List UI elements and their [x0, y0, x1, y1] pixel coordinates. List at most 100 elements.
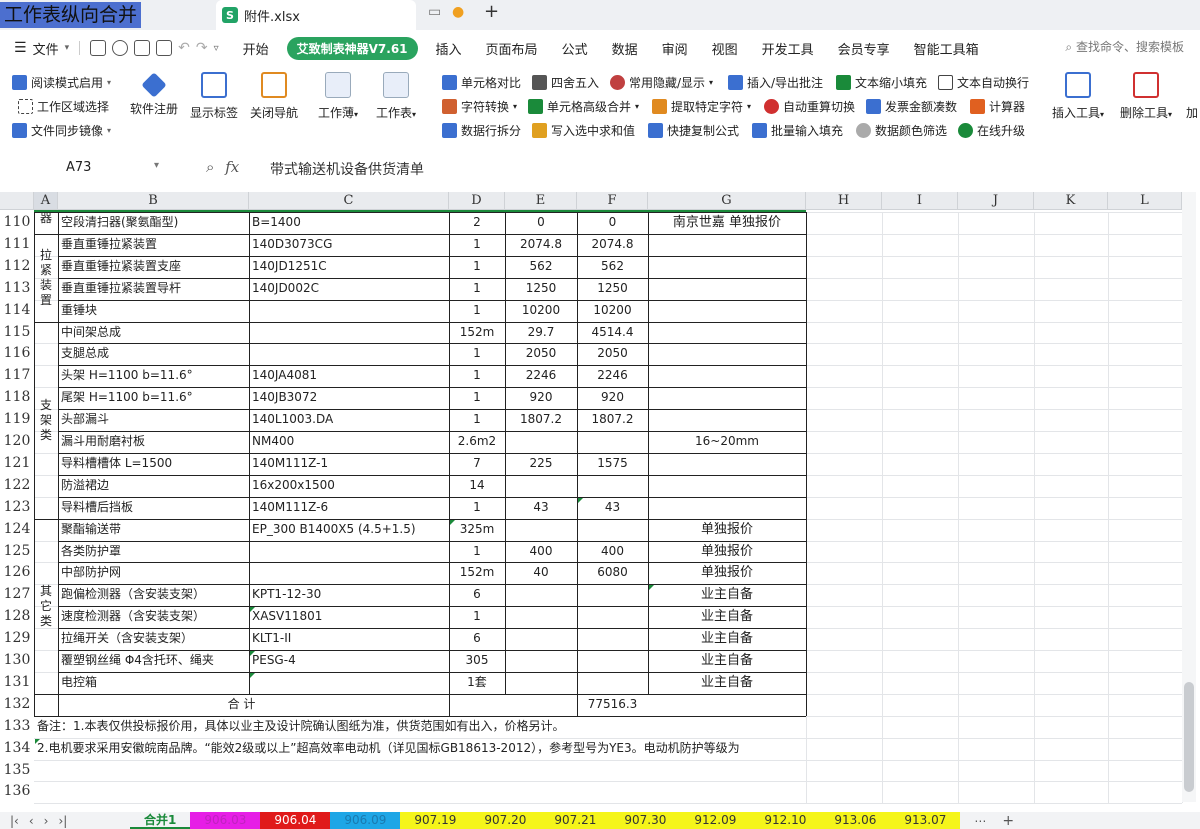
sheet-tab[interactable]: 906.04 — [260, 812, 331, 829]
first-sheet-icon[interactable]: |‹ — [10, 814, 19, 828]
cell-d[interactable]: 14 — [449, 475, 505, 497]
row-header[interactable]: 125 — [0, 540, 34, 563]
cell-f[interactable]: 1250 — [577, 278, 648, 300]
cell-c[interactable]: 140JA4081 — [249, 365, 449, 387]
cell-g[interactable] — [648, 453, 806, 475]
row-header[interactable]: 132 — [0, 693, 34, 716]
next-sheet-icon[interactable]: › — [44, 814, 49, 828]
customize-icon[interactable]: ▿ — [214, 43, 219, 54]
cell-d[interactable]: 152m — [449, 562, 505, 584]
cell-g[interactable]: 业主自备 — [648, 672, 806, 694]
note-cell[interactable]: 2.电机要求采用安徽皖南品牌。“能效2级或以上”超高效率电动机（详见国标GB18… — [34, 738, 1182, 760]
undo-icon[interactable]: ↶ — [178, 40, 190, 56]
cell-d[interactable]: 1 — [449, 541, 505, 563]
cell-g[interactable] — [648, 475, 806, 497]
cell-e[interactable]: 43 — [505, 497, 577, 519]
cell-c[interactable]: KPT1-12-30 — [249, 584, 449, 606]
row-header[interactable]: 129 — [0, 628, 34, 650]
text-wrap-button[interactable]: 文本自动换行 — [938, 74, 1029, 91]
row-header[interactable]: 111 — [0, 233, 34, 256]
auto-recalc-button[interactable]: 自动重算切换 — [764, 98, 855, 115]
column-header-l[interactable]: L — [1108, 192, 1182, 210]
cell-b[interactable]: 各类防护罩 — [58, 541, 249, 563]
prev-sheet-icon[interactable]: ‹ — [29, 814, 34, 828]
cell-g[interactable] — [648, 365, 806, 387]
sheet-tab[interactable]: 907.30 — [610, 812, 681, 829]
write-sum-button[interactable]: 写入选中求和值 — [532, 122, 635, 139]
menu-tab-review[interactable]: 审阅 — [650, 39, 700, 58]
cell-e[interactable] — [505, 628, 577, 650]
cell-b[interactable]: 聚酯输送带 — [58, 519, 249, 541]
cell-d[interactable]: 6 — [449, 628, 505, 650]
cell-f[interactable]: 10200 — [577, 300, 648, 322]
cell-e[interactable] — [505, 519, 577, 541]
shrink-fit-button[interactable]: 文本缩小填充 — [836, 74, 927, 91]
cell-b[interactable]: 支腿总成 — [58, 343, 249, 365]
cell-e[interactable] — [505, 584, 577, 606]
cell-g[interactable]: 单独报价 — [648, 541, 806, 563]
print-preview-icon[interactable] — [156, 40, 173, 56]
redo-icon[interactable]: ↷ — [196, 40, 208, 56]
column-header-j[interactable]: J — [958, 192, 1034, 210]
cell-g[interactable]: 南京世嘉 单独报价 — [648, 212, 806, 234]
cell-compare-button[interactable]: 单元格对比 — [442, 74, 521, 91]
workbook-button[interactable]: 工作薄▾ — [318, 72, 358, 121]
cell-g[interactable] — [648, 387, 806, 409]
cell-f[interactable]: 2246 — [577, 365, 648, 387]
column-header-d[interactable]: D — [449, 192, 505, 210]
cell-d[interactable]: 1 — [449, 343, 505, 365]
advanced-merge-button[interactable]: 单元格高级合并 ▾ — [528, 98, 639, 115]
cell-g[interactable]: 业主自备 — [648, 650, 806, 672]
cell-b[interactable]: 导料槽槽体 L=1500 — [58, 453, 249, 475]
save-icon[interactable] — [90, 40, 107, 56]
cell-c[interactable]: 140JD002C — [249, 278, 449, 300]
cell-c[interactable]: 140M111Z-6 — [249, 497, 449, 519]
color-filter-button[interactable]: 数据颜色筛选 — [856, 122, 947, 139]
monitor-icon[interactable]: ▭ — [428, 4, 441, 20]
cell-b[interactable]: 跑偏检测器（含安装支架） — [58, 584, 249, 606]
cell-f[interactable]: 562 — [577, 256, 648, 278]
cell-e[interactable]: 225 — [505, 453, 577, 475]
cell-b[interactable]: 速度检测器（含安装支架） — [58, 606, 249, 628]
register-button[interactable]: 软件注册 — [130, 72, 178, 117]
row-header[interactable]: 130 — [0, 650, 34, 672]
cell-e[interactable]: 400 — [505, 541, 577, 563]
row-header[interactable]: 112 — [0, 255, 34, 278]
cell-d[interactable]: 1 — [449, 300, 505, 322]
cell-b[interactable]: 覆塑钢丝绳 Φ4含托环、绳夹 — [58, 650, 249, 672]
cell-c[interactable]: 140JD1251C — [249, 256, 449, 278]
cell-d[interactable]: 152m — [449, 322, 505, 344]
cell-b[interactable]: 中部防护网 — [58, 562, 249, 584]
cell-d[interactable]: 1 — [449, 234, 505, 256]
sheet-tab[interactable]: 合并1 — [130, 812, 191, 829]
cell-g[interactable] — [648, 256, 806, 278]
sheet-tab[interactable]: 906.09 — [330, 812, 401, 829]
cell-f[interactable]: 920 — [577, 387, 648, 409]
cell-c[interactable]: NM400 — [249, 431, 449, 453]
sheet-tab[interactable]: 913.06 — [820, 812, 891, 829]
cell-b[interactable]: 漏斗用耐磨衬板 — [58, 431, 249, 453]
cell-d[interactable]: 1 — [449, 409, 505, 431]
cell-b[interactable]: 电控箱 — [58, 672, 249, 694]
cell-b[interactable]: 防溢裙边 — [58, 475, 249, 497]
cell-c[interactable] — [249, 322, 449, 344]
close-nav-button[interactable]: 关闭导航 — [250, 72, 298, 121]
vertical-scrollbar[interactable] — [1182, 192, 1196, 802]
cell-c[interactable]: 140L1003.DA — [249, 409, 449, 431]
cell-e[interactable]: 2246 — [505, 365, 577, 387]
sheet-tab[interactable]: 913.07 — [890, 812, 961, 829]
row-header[interactable]: 116 — [0, 343, 34, 366]
column-header-b[interactable]: B — [58, 192, 249, 210]
cell-f[interactable] — [577, 519, 648, 541]
zoom-icon[interactable]: ⌕ — [206, 158, 214, 176]
cell-f[interactable] — [577, 672, 648, 694]
worksheet-button[interactable]: 工作表▾ — [376, 72, 416, 121]
cell-d[interactable]: 7 — [449, 453, 505, 475]
sheet-tab[interactable]: 907.21 — [540, 812, 611, 829]
sheet-tab[interactable]: 907.19 — [400, 812, 471, 829]
row-header[interactable]: 134 — [0, 737, 34, 760]
cell-e[interactable]: 562 — [505, 256, 577, 278]
cell-d[interactable]: 325m — [449, 519, 505, 541]
print-icon[interactable] — [134, 40, 151, 56]
command-search[interactable]: ⌕ 查找命令、搜索模板 — [1065, 38, 1184, 55]
